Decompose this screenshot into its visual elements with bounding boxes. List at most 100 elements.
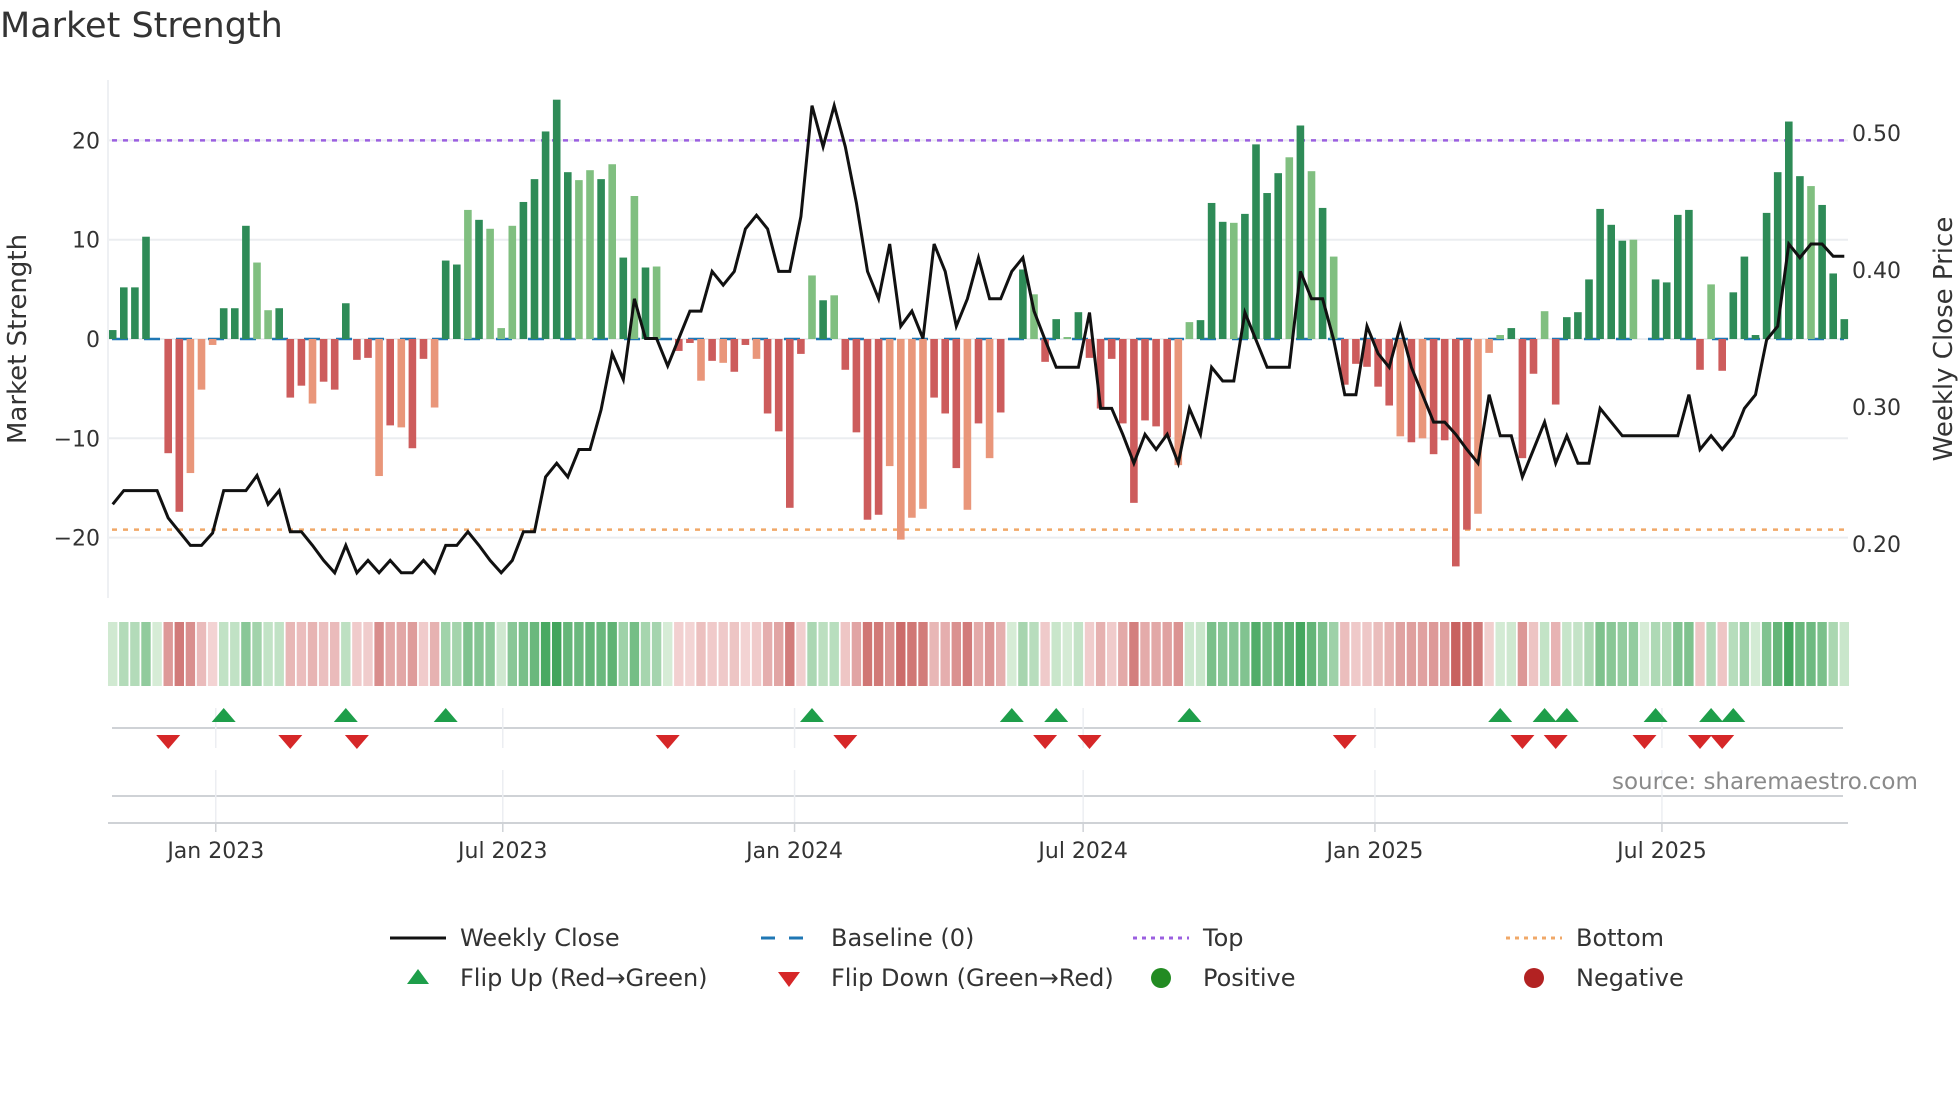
flip-markers-panel [112, 708, 1843, 823]
heat-strip-cell [1440, 622, 1450, 686]
y-tick-label: 0 [86, 328, 100, 353]
y-tick-label: −10 [54, 427, 100, 452]
strength-bar [386, 339, 394, 426]
heat-strip-cell [1639, 622, 1650, 686]
heat-strip-cell [1406, 622, 1417, 686]
heat-strip-cell [1173, 622, 1183, 686]
legend-label: Baseline (0) [831, 924, 975, 952]
heat-strip-cell [152, 622, 162, 686]
strength-bar [453, 264, 461, 339]
strength-bar [730, 339, 739, 372]
strength-bar [652, 266, 661, 339]
flip-down-marker [1510, 735, 1535, 749]
flip-down-marker [1632, 735, 1657, 749]
heat-strip-cell [1018, 622, 1028, 686]
flip-down-marker [1332, 735, 1357, 749]
x-tick-label: Jan 2023 [165, 839, 264, 864]
heat-strip-cell [862, 622, 873, 686]
heat-strip-cell [1373, 622, 1383, 686]
strength-bar [1429, 339, 1438, 455]
heat-strip-cell [651, 622, 662, 686]
heat-strip-cell [851, 622, 862, 686]
heat-strip-cell [219, 622, 229, 686]
flip-up-marker [433, 708, 458, 722]
strength-bar [963, 339, 972, 510]
heat-strip-cell [1151, 622, 1161, 686]
strength-bar [885, 339, 894, 467]
heat-strip-cell [119, 622, 129, 686]
heat-strip-cell [940, 622, 950, 686]
flip-down-marker [1688, 735, 1712, 749]
strength-bar [541, 131, 550, 339]
solid-line-icon [390, 936, 446, 940]
strength-bar [930, 339, 938, 398]
heat-strip-cell [1462, 622, 1472, 686]
strength-bar [1252, 144, 1260, 339]
strength-bars [108, 99, 1849, 567]
x-tick-label: Jan 2024 [744, 839, 843, 864]
heat-strip-cell [185, 622, 196, 686]
heat-strip-cell [429, 622, 440, 686]
heat-strip-cell [1218, 622, 1228, 686]
legend-label: Positive [1203, 964, 1296, 992]
strength-bar [142, 236, 150, 339]
strength-bar [1396, 339, 1405, 437]
heat-strip-cell [307, 622, 318, 686]
strength-bar [619, 257, 628, 339]
heat-strip-cell [1340, 622, 1350, 686]
strength-bar [175, 339, 184, 512]
heat-strip-cell [663, 622, 673, 686]
strength-bar [475, 219, 483, 339]
heat-strip-cell [263, 622, 273, 686]
heat-strip-cell [1739, 622, 1750, 686]
heat-strip-cell [885, 622, 895, 686]
strength-bar [231, 308, 239, 339]
heat-strip-cell [1628, 622, 1639, 686]
flip-up-marker [1532, 708, 1557, 722]
heat-strip-cell [1662, 622, 1672, 686]
strength-bar [441, 260, 450, 339]
strength-bar [830, 295, 838, 339]
strength-bar [919, 339, 927, 509]
heat-strip-cell [1817, 622, 1827, 686]
strength-bar [1385, 339, 1393, 406]
strength-bar [1840, 319, 1849, 339]
heat-strip-cell [1828, 622, 1838, 686]
heat-strip-cell [1773, 622, 1783, 686]
heat-strip-cell [407, 622, 418, 686]
heat-strip-cell [762, 622, 773, 686]
strength-bar [1551, 339, 1560, 405]
strength-bar [608, 164, 616, 339]
positive-dot-icon [1151, 968, 1171, 988]
heat-strip-cell [385, 622, 395, 686]
strength-bar [1540, 311, 1549, 339]
legend-label: Flip Up (Red→Green) [460, 964, 708, 992]
heat-strip-cell [396, 622, 406, 686]
strength-bar [774, 339, 783, 432]
strength-bar [897, 339, 905, 540]
strength-bar [253, 262, 261, 339]
heat-strip-cell [1784, 622, 1794, 686]
heat-strip-cell [1129, 622, 1139, 686]
strength-bar [1651, 279, 1660, 339]
strength-bar [120, 287, 128, 339]
heat-strip-cell [296, 622, 307, 686]
strength-bar [597, 179, 605, 339]
strength-bar [1807, 186, 1815, 339]
strength-bar [1130, 339, 1138, 503]
heat-strip-cell [1761, 622, 1772, 686]
heat-strip-cell [1362, 622, 1372, 686]
heat-strip-cell [1206, 622, 1217, 686]
strength-bar [852, 339, 861, 433]
flip-down-marker [344, 735, 369, 749]
heat-strip-cell [252, 622, 262, 686]
heat-strip-cell [1251, 622, 1261, 686]
heat-strip-cell [629, 622, 640, 686]
heat-strip-cell [1295, 622, 1306, 686]
strength-bar [486, 228, 494, 339]
heat-strip-cell [130, 622, 140, 686]
heat-strip-cell [274, 622, 284, 686]
strength-bar [1618, 240, 1627, 339]
strength-bar [1074, 312, 1083, 339]
heat-strip-cell [907, 622, 917, 686]
